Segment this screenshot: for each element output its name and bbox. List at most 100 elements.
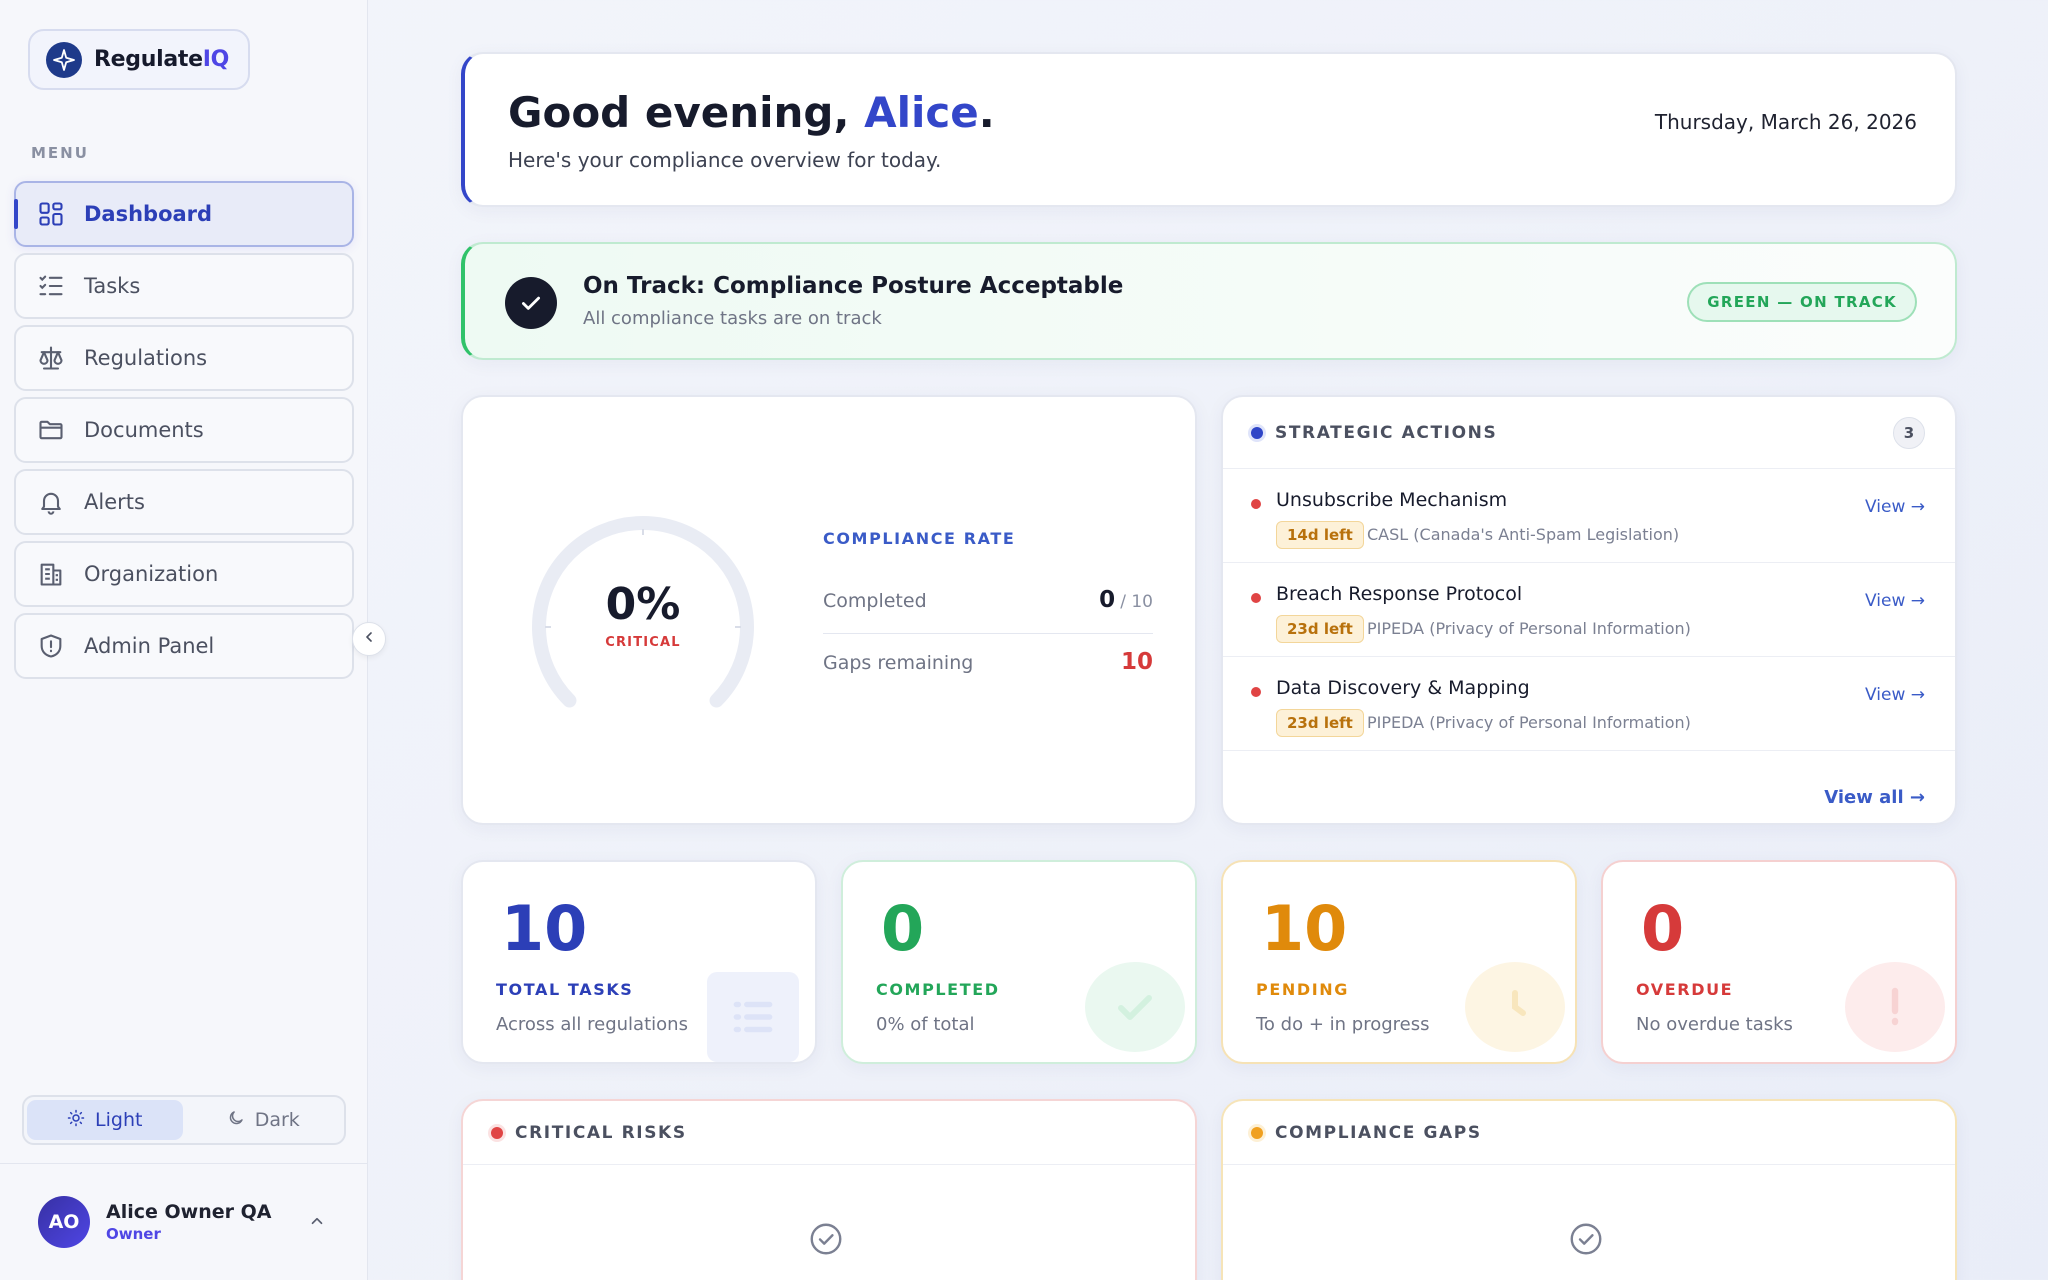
user-role: Owner <box>106 1225 161 1243</box>
action-title: Breach Response Protocol <box>1276 583 1523 605</box>
status-subtitle: All compliance tasks are on track <box>583 308 882 329</box>
divider <box>823 633 1153 634</box>
stat-card-total-tasks[interactable]: 10 TOTAL TASKS Across all regulations <box>461 860 817 1064</box>
compliance-status-banner: On Track: Compliance Posture Acceptable … <box>461 242 1957 360</box>
view-all-link[interactable]: View all → <box>1824 787 1925 808</box>
theme-dark-label: Dark <box>254 1109 300 1131</box>
sidebar-item-dashboard[interactable]: Dashboard <box>14 181 354 247</box>
deadline-badge: 23d left <box>1276 615 1364 643</box>
sidebar-item-label: Dashboard <box>84 202 213 226</box>
stat-card-overdue[interactable]: 0 OVERDUE No overdue tasks <box>1601 860 1957 1064</box>
header-dot <box>1251 1126 1263 1139</box>
compliance-level: CRITICAL <box>605 635 681 650</box>
completed-row: Completed 0 / 10 <box>823 587 1153 613</box>
logo-star-icon <box>46 41 82 78</box>
greeting-subtitle: Here's your compliance overview for toda… <box>508 148 942 172</box>
action-regulation: PIPEDA (Privacy of Personal Information) <box>1367 619 1691 638</box>
stat-description: No overdue tasks <box>1636 1014 1793 1035</box>
stat-description: 0% of total <box>876 1014 975 1035</box>
greeting-title: Good evening, Alice. <box>508 88 995 137</box>
strategic-actions-card: STRATEGIC ACTIONS 3 Unsubscribe Mechanis… <box>1221 395 1957 825</box>
scale-icon <box>36 343 66 373</box>
action-item[interactable]: Breach Response Protocol 23d left PIPEDA… <box>1223 563 1955 657</box>
sidebar-item-label: Regulations <box>84 346 208 370</box>
compliance-gaps-card: COMPLIANCE GAPS <box>1221 1099 1957 1280</box>
exclamation-icon <box>1845 962 1945 1052</box>
gaps-row: Gaps remaining 10 <box>823 649 1153 675</box>
status-title: On Track: Compliance Posture Acceptable <box>583 273 1124 299</box>
checklist-icon <box>36 271 66 301</box>
stat-card-completed[interactable]: 0 COMPLETED 0% of total <box>841 860 1197 1064</box>
list-icon <box>707 972 799 1062</box>
sidebar-item-label: Tasks <box>84 274 141 298</box>
strategic-actions-header: STRATEGIC ACTIONS 3 <box>1223 397 1955 469</box>
deadline-badge: 14d left <box>1276 521 1364 549</box>
sidebar-collapse-button[interactable] <box>352 622 386 656</box>
grid-icon <box>36 199 66 229</box>
theme-light-label: Light <box>95 1109 143 1131</box>
sidebar-item-label: Documents <box>84 418 204 442</box>
current-date: Thursday, March 26, 2026 <box>1654 110 1917 134</box>
stat-description: To do + in progress <box>1256 1014 1430 1035</box>
compliance-gauge: 0% CRITICAL <box>523 507 763 747</box>
brand-name: RegulateIQ <box>94 47 229 72</box>
strategic-actions-title: STRATEGIC ACTIONS <box>1275 422 1498 443</box>
sidebar-item-admin-panel[interactable]: Admin Panel <box>14 613 354 679</box>
action-item[interactable]: Data Discovery & Mapping 23d left PIPEDA… <box>1223 657 1955 751</box>
action-title: Data Discovery & Mapping <box>1276 677 1530 699</box>
view-action-link[interactable]: View → <box>1865 685 1925 705</box>
stat-card-pending[interactable]: 10 PENDING To do + in progress <box>1221 860 1577 1064</box>
theme-light-button[interactable]: Light <box>27 1100 183 1140</box>
view-action-link[interactable]: View → <box>1865 497 1925 517</box>
action-count-badge: 3 <box>1893 417 1925 449</box>
building-icon <box>36 559 66 589</box>
sidebar-item-organization[interactable]: Organization <box>14 541 354 607</box>
compliance-gaps-header: COMPLIANCE GAPS <box>1223 1101 1955 1165</box>
theme-toggle: Light Dark <box>22 1095 346 1145</box>
deadline-badge: 23d left <box>1276 709 1364 737</box>
sun-icon <box>67 1109 85 1132</box>
sidebar-item-label: Admin Panel <box>84 634 215 658</box>
sidebar-item-label: Alerts <box>84 490 145 514</box>
stat-label: COMPLETED <box>876 980 1000 999</box>
action-title: Unsubscribe Mechanism <box>1276 489 1508 511</box>
check-icon <box>505 277 557 329</box>
sidebar-item-label: Organization <box>84 562 219 586</box>
sidebar: RegulateIQ MENU Dashboard Tasks Regulati… <box>0 0 368 1280</box>
checkmark-icon <box>1085 962 1185 1052</box>
compliance-gaps-title: COMPLIANCE GAPS <box>1275 1122 1482 1143</box>
stat-value: 0 <box>881 892 925 965</box>
user-menu[interactable]: AO Alice Owner QA Owner <box>0 1163 368 1280</box>
user-name: Alice Owner QA <box>106 1201 272 1223</box>
action-regulation: PIPEDA (Privacy of Personal Information) <box>1367 713 1691 732</box>
stat-label: PENDING <box>1256 980 1350 999</box>
theme-dark-button[interactable]: Dark <box>186 1100 342 1140</box>
check-circle-icon <box>808 1221 844 1261</box>
sidebar-item-documents[interactable]: Documents <box>14 397 354 463</box>
sidebar-item-regulations[interactable]: Regulations <box>14 325 354 391</box>
completed-value: 0 <box>1099 587 1116 613</box>
chevron-up-icon[interactable] <box>308 1212 326 1234</box>
view-action-link[interactable]: View → <box>1865 591 1925 611</box>
sidebar-item-alerts[interactable]: Alerts <box>14 469 354 535</box>
priority-dot <box>1251 687 1261 697</box>
action-item[interactable]: Unsubscribe Mechanism 14d left CASL (Can… <box>1223 469 1955 563</box>
clock-icon <box>1465 962 1565 1052</box>
moon-icon <box>227 1109 245 1132</box>
compliance-rate-card: 0% CRITICAL COMPLIANCE RATE Completed 0 … <box>461 395 1197 825</box>
stat-value: 10 <box>501 892 588 965</box>
header-dot <box>491 1126 503 1139</box>
check-circle-icon <box>1568 1221 1604 1261</box>
gaps-label: Gaps remaining <box>823 652 974 674</box>
completed-label: Completed <box>823 590 927 612</box>
brand-logo[interactable]: RegulateIQ <box>28 29 250 90</box>
gaps-value: 10 <box>1120 649 1153 675</box>
stat-label: OVERDUE <box>1636 980 1734 999</box>
critical-risks-title: CRITICAL RISKS <box>515 1122 687 1143</box>
folder-icon <box>36 415 66 445</box>
stat-value: 0 <box>1641 892 1685 965</box>
sidebar-item-tasks[interactable]: Tasks <box>14 253 354 319</box>
status-badge: GREEN — ON TRACK <box>1687 282 1917 322</box>
stat-value: 10 <box>1261 892 1348 965</box>
compliance-rate-heading: COMPLIANCE RATE <box>823 529 1016 548</box>
